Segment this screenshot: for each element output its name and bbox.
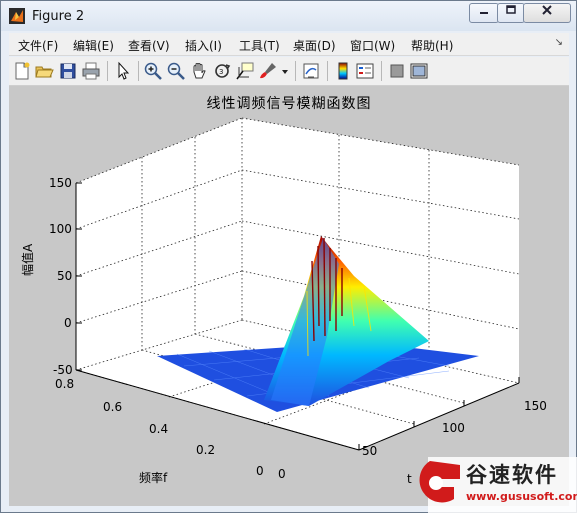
save-icon[interactable] [58,61,78,81]
pan-icon[interactable] [189,61,209,81]
y-tick-label: 0 [256,464,264,478]
show-plot-tools-icon[interactable] [409,61,429,81]
matlab-icon [9,8,25,24]
menu-desktop[interactable]: 桌面(D) [293,37,336,54]
x-tick-label: 50 [362,444,378,458]
z-tick-label: 100 [49,222,72,236]
link-plot-icon[interactable] [301,61,321,81]
pointer-icon[interactable] [113,61,133,81]
menu-view[interactable]: 查看(V) [128,37,170,54]
x-tick-label: 0 [278,467,286,481]
toolbar: 3 [9,57,569,86]
figure-window: Figure 2 文件(F) 编辑(E) 查看(V) 插入(I) 工具(T) 桌… [0,0,577,513]
y-tick-label: 0.4 [149,422,169,436]
window-title: Figure 2 [32,9,85,24]
x-tick-label: 150 [524,399,547,413]
zoom-in-icon[interactable] [143,61,163,81]
menu-file[interactable]: 文件(F) [18,37,58,54]
y-tick-label: 0.2 [196,443,216,457]
z-axis-label: 幅值A [21,243,35,276]
maximize-icon [506,5,516,14]
dock-arrow-icon[interactable]: ↘ [555,37,563,48]
title-bar[interactable]: Figure 2 [1,1,576,31]
legend-icon[interactable] [355,61,375,81]
toolbar-separator [295,61,296,81]
x-tick-label: 100 [442,421,465,435]
menu-help[interactable]: 帮助(H) [411,37,453,54]
data-cursor-icon[interactable] [235,61,255,81]
figure-canvas[interactable]: 线性调频信号模糊函数图 150 100 50 0 -50 0.8 0.6 0.4… [9,86,569,506]
print-icon[interactable] [81,61,101,81]
z-tick-label: 150 [49,176,72,190]
minimize-button[interactable] [469,3,499,23]
brush-icon[interactable] [258,61,278,81]
close-button[interactable] [523,3,571,23]
rotate-3d-icon[interactable]: 3 [212,61,232,81]
toolbar-separator [381,61,382,81]
toolbar-separator [107,61,108,81]
toolbar-separator [138,61,139,81]
menu-bar: 文件(F) 编辑(E) 查看(V) 插入(I) 工具(T) 桌面(D) 窗口(W… [9,33,569,56]
z-tick-label: -50 [53,363,73,377]
watermark-url: www.gususoft.com [466,490,577,503]
close-icon [542,5,552,15]
watermark: 谷速软件 www.gususoft.com [400,455,577,513]
new-figure-icon[interactable] [12,61,32,81]
menu-edit[interactable]: 编辑(E) [73,37,114,54]
menu-tools[interactable]: 工具(T) [239,37,280,54]
watermark-brand: 谷速软件 [466,463,558,487]
brush-dropdown-icon[interactable] [280,61,290,81]
colorbar-icon[interactable] [333,61,353,81]
y-tick-label: 0.6 [103,400,123,414]
z-tick-label: 50 [57,269,73,283]
axes-3d[interactable] [9,86,569,506]
open-file-icon[interactable] [34,61,54,81]
toolbar-separator [327,61,328,81]
y-tick-label: 0.8 [55,377,75,391]
menu-insert[interactable]: 插入(I) [185,37,222,54]
hide-plot-tools-icon[interactable] [387,61,407,81]
svg-text:3: 3 [219,68,223,76]
y-axis-label: 频率f [139,471,168,485]
z-tick-label: 0 [64,316,72,330]
menu-window[interactable]: 窗口(W) [350,37,395,54]
zoom-out-icon[interactable] [166,61,186,81]
minimize-icon [480,12,488,14]
maximize-button[interactable] [497,3,525,23]
